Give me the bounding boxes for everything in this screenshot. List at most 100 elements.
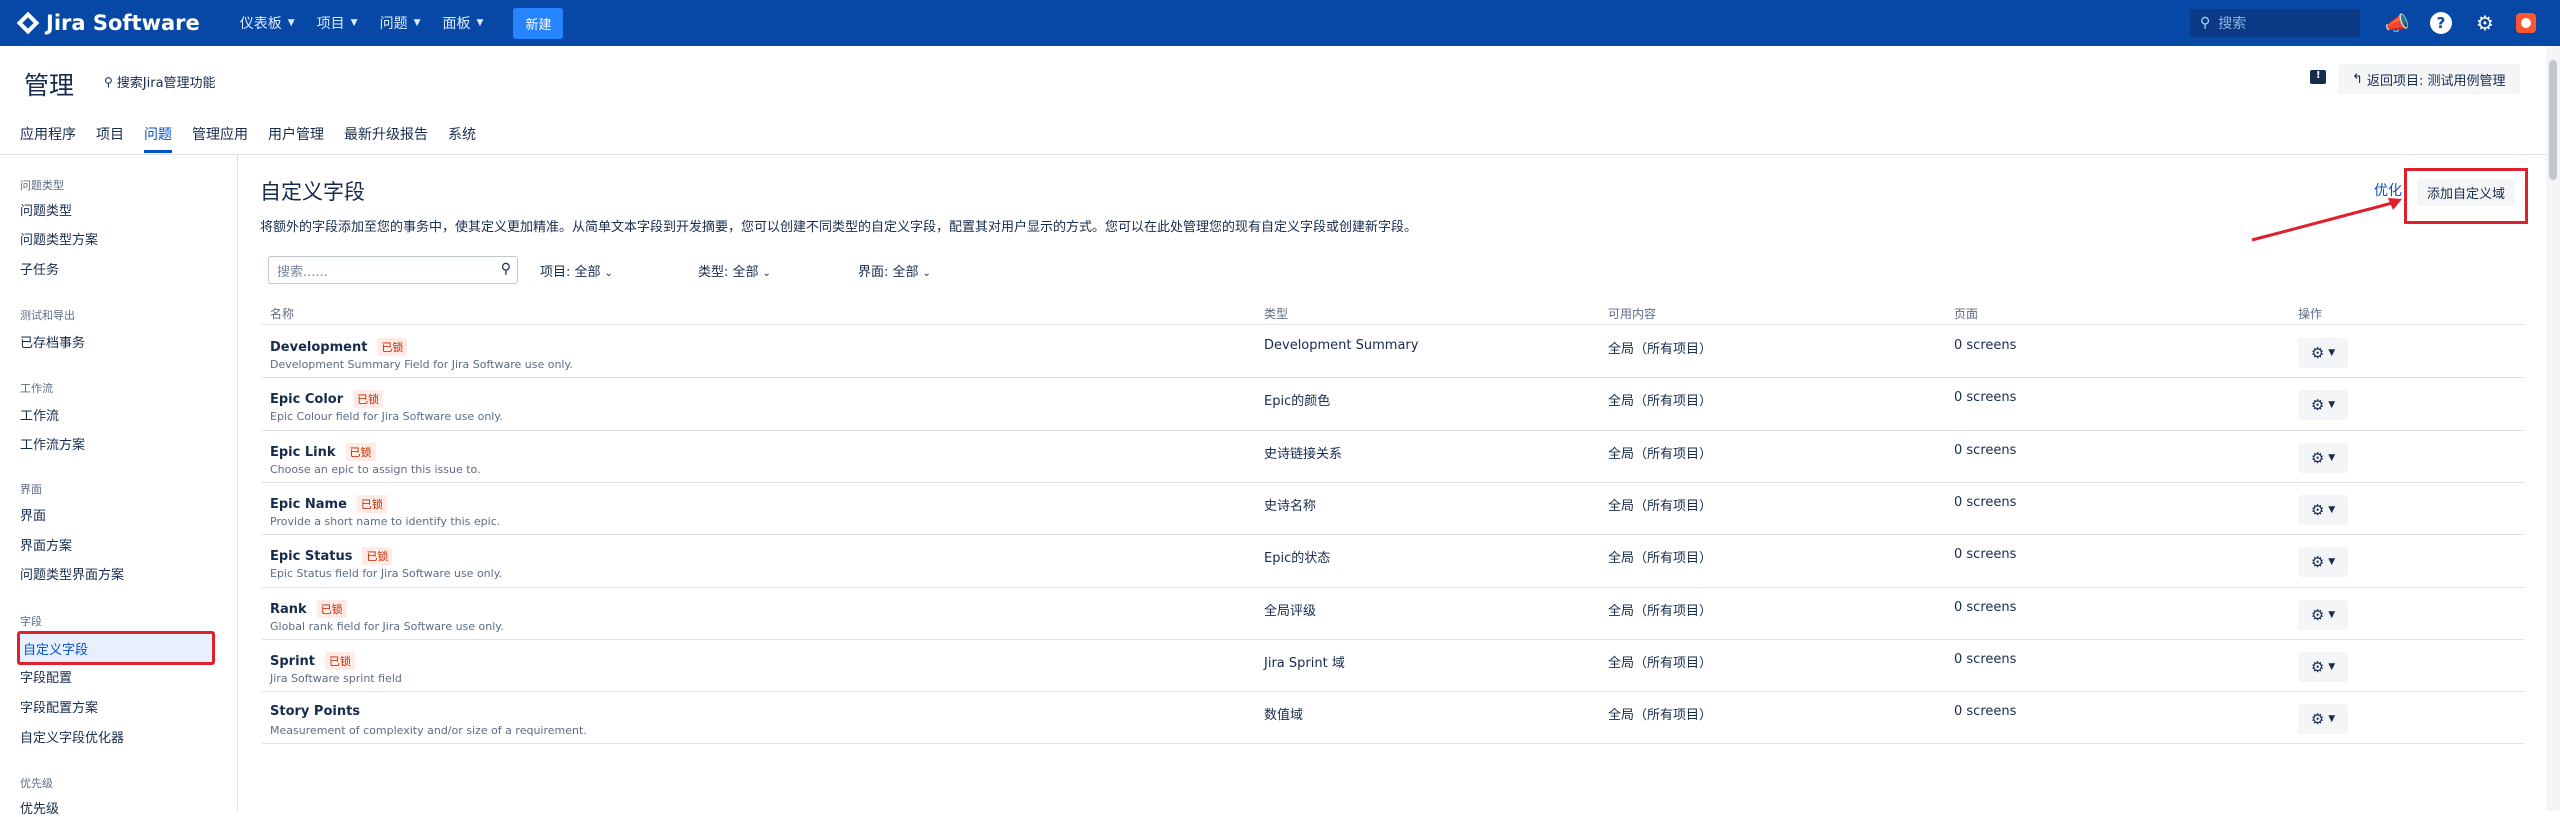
nav-projects[interactable]: 项目 ▼ (317, 13, 358, 33)
locked-badge: 已锁 (353, 390, 384, 408)
row-actions-button[interactable]: ⚙ ▼ (2298, 547, 2348, 577)
field-type: Epic的颜色 (1264, 394, 1331, 409)
table-row-divider (262, 639, 2524, 640)
tab-applications[interactable]: 应用程序 (20, 124, 76, 153)
field-name[interactable]: Epic Color 已锁 (270, 390, 384, 408)
row-actions-button[interactable]: ⚙ ▼ (2298, 390, 2348, 420)
filter-type[interactable]: 类型: 全部 ⌄ (698, 261, 771, 280)
tab-user-management[interactable]: 用户管理 (268, 124, 324, 153)
sidebar-item-issue-type-schemes[interactable]: 问题类型方案 (20, 229, 98, 248)
gear-icon: ⚙ (2310, 710, 2325, 728)
sidebar-group-priorities: 优先级 (20, 777, 53, 790)
locked-badge: 已锁 (356, 495, 387, 513)
feedback-icon[interactable] (2310, 70, 2326, 84)
section-title: 自定义字段 (260, 180, 365, 204)
row-actions-button[interactable]: ⚙ ▼ (2298, 704, 2348, 734)
filter-project-label: 项目: 全部 (540, 265, 601, 280)
add-custom-field-button[interactable]: 添加自定义域 (2404, 168, 2528, 224)
nav-boards[interactable]: 面板 ▼ (443, 13, 484, 33)
field-screens[interactable]: 0 screens (1954, 390, 2016, 405)
search-placeholder: 搜索 (2218, 16, 2247, 32)
table-row-divider (262, 743, 2524, 744)
jira-logo-icon (16, 11, 40, 35)
chevron-down-icon: ⌄ (922, 268, 931, 279)
nav-issues[interactable]: 问题 ▼ (380, 13, 421, 33)
field-screens[interactable]: 0 screens (1954, 495, 2016, 510)
sidebar-item-workflows[interactable]: 工作流 (20, 405, 59, 424)
settings-gear-icon[interactable]: ⚙ (2472, 10, 2498, 36)
row-actions-button[interactable]: ⚙ ▼ (2298, 495, 2348, 525)
field-screens[interactable]: 0 screens (1954, 338, 2016, 353)
global-search-input[interactable]: ⚲ 搜索 (2190, 9, 2360, 37)
help-button[interactable]: ? (2428, 10, 2454, 36)
sidebar-item-issue-type-screen-schemes[interactable]: 问题类型界面方案 (20, 564, 124, 583)
sidebar-item-issue-types[interactable]: 问题类型 (20, 200, 72, 219)
filter-screen[interactable]: 界面: 全部 ⌄ (858, 261, 931, 280)
field-name-text[interactable]: Story Points (270, 704, 360, 719)
nav-dashboards-label: 仪表板 (239, 16, 282, 32)
field-name-text[interactable]: Development (270, 340, 367, 355)
megaphone-icon[interactable]: 📣 (2384, 10, 2410, 36)
field-name[interactable]: Development 已锁 (270, 338, 408, 356)
row-actions-button[interactable]: ⚙ ▼ (2298, 652, 2348, 682)
filter-screen-label: 界面: 全部 (858, 265, 919, 280)
field-name[interactable]: Sprint 已锁 (270, 652, 356, 670)
chevron-down-icon: ▼ (2328, 714, 2336, 724)
sidebar-item-screens[interactable]: 界面 (20, 505, 46, 524)
user-avatar[interactable] (2516, 13, 2536, 33)
row-actions-button[interactable]: ⚙ ▼ (2298, 600, 2348, 630)
field-name-text[interactable]: Epic Name (270, 497, 347, 512)
field-name[interactable]: Story Points (270, 704, 360, 719)
sidebar-group-issue-types: 问题类型 (20, 179, 64, 192)
sidebar-item-custom-fields[interactable]: 自定义字段 (17, 631, 215, 665)
admin-search-link[interactable]: ⚲ 搜索Jira管理功能 (104, 72, 216, 92)
sidebar-item-custom-field-optimizer[interactable]: 自定义字段优化器 (20, 727, 124, 746)
field-name-text[interactable]: Epic Status (270, 549, 352, 564)
sidebar-item-subtasks[interactable]: 子任务 (20, 259, 59, 278)
field-screens[interactable]: 0 screens (1954, 443, 2016, 458)
field-screens[interactable]: 0 screens (1954, 704, 2016, 719)
field-name-text[interactable]: Epic Color (270, 392, 343, 407)
nav-dashboards[interactable]: 仪表板 ▼ (240, 13, 295, 33)
nav-issues-label: 问题 (379, 16, 408, 32)
field-description: Choose an epic to assign this issue to. (270, 463, 481, 476)
filter-project[interactable]: 项目: 全部 ⌄ (540, 261, 613, 280)
field-name-text[interactable]: Epic Link (270, 445, 336, 460)
field-name-text[interactable]: Sprint (270, 654, 315, 669)
field-search-input[interactable]: 搜索...... ⚲ (268, 256, 518, 284)
field-name[interactable]: Epic Link 已锁 (270, 443, 376, 461)
field-context: 全局（所有项目） (1608, 656, 1713, 671)
field-description: Global rank field for Jira Software use … (270, 620, 504, 633)
create-button[interactable]: 新建 (513, 7, 564, 39)
locked-badge: 已锁 (316, 600, 347, 618)
field-description: Measurement of complexity and/or size of… (270, 724, 587, 737)
sidebar-item-workflow-schemes[interactable]: 工作流方案 (20, 434, 85, 453)
row-actions-button[interactable]: ⚙ ▼ (2298, 443, 2348, 473)
tab-issues[interactable]: 问题 (144, 124, 172, 153)
sidebar-item-field-configurations[interactable]: 字段配置 (20, 667, 72, 686)
chevron-down-icon: ▼ (476, 18, 484, 28)
row-actions-button[interactable]: ⚙ ▼ (2298, 338, 2348, 368)
sidebar-item-field-configuration-schemes[interactable]: 字段配置方案 (20, 697, 98, 716)
field-screens[interactable]: 0 screens (1954, 600, 2016, 615)
sidebar-item-archived-issues[interactable]: 已存档事务 (20, 332, 85, 351)
field-screens[interactable]: 0 screens (1954, 652, 2016, 667)
return-to-project-button[interactable]: ↰ 返回项目: 测试用例管理 (2338, 64, 2520, 94)
field-name-text[interactable]: Rank (270, 602, 307, 617)
jira-logo[interactable]: Jira Software (16, 11, 200, 35)
sidebar-item-priorities[interactable]: 优先级 (20, 798, 59, 817)
tab-projects[interactable]: 项目 (96, 124, 124, 153)
field-name[interactable]: Epic Status 已锁 (270, 547, 393, 565)
tab-system[interactable]: 系统 (448, 124, 476, 153)
admin-sidebar: 问题类型 问题类型 问题类型方案 子任务 测试和导出 已存档事务 工作流 工作流… (0, 155, 238, 817)
field-screens[interactable]: 0 screens (1954, 547, 2016, 562)
chevron-down-icon: ⌄ (604, 268, 613, 279)
field-type: 史诗链接关系 (1264, 447, 1343, 462)
tab-manage-apps[interactable]: 管理应用 (192, 124, 248, 153)
field-name[interactable]: Epic Name 已锁 (270, 495, 387, 513)
tab-upgrade-report[interactable]: 最新升级报告 (344, 124, 428, 153)
sidebar-item-screen-schemes[interactable]: 界面方案 (20, 535, 72, 554)
field-type: Epic的状态 (1264, 551, 1331, 566)
scrollbar-thumb[interactable] (2549, 60, 2557, 180)
field-name[interactable]: Rank 已锁 (270, 600, 347, 618)
